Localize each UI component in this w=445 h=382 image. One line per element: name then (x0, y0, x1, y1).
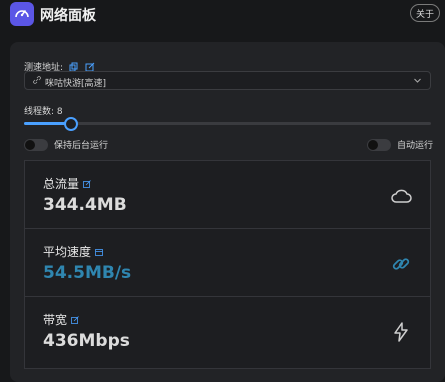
keep-background-label: 保持后台运行 (54, 141, 109, 151)
average-speed-title-row: 平均速度 (43, 243, 103, 260)
external-edit-icon[interactable] (83, 177, 91, 191)
keep-background-toggle[interactable] (24, 138, 48, 151)
auto-run-toggle-row[interactable]: 自动运行 (367, 138, 433, 151)
average-speed-title: 平均速度 (43, 245, 92, 259)
threads-slider[interactable] (24, 117, 431, 131)
total-traffic-title-row: 总流量 (43, 175, 91, 192)
average-speed-value: 54.5MB/s (43, 263, 132, 283)
threads-label: 线程数: 8 (24, 107, 63, 117)
app-title: 网络面板 (40, 8, 96, 24)
total-traffic-card: 总流量 344.4MB (24, 160, 431, 233)
slider-fill (24, 122, 69, 125)
address-select[interactable]: 咪咕快游[高速] (24, 71, 431, 90)
slider-thumb[interactable] (63, 117, 78, 131)
edit-icon[interactable] (85, 62, 95, 72)
link-chain-icon (390, 253, 412, 275)
bandwidth-title: 带宽 (43, 313, 68, 327)
calendar-icon[interactable] (95, 245, 103, 259)
auto-run-label: 自动运行 (397, 141, 434, 151)
top-bar: 网络面板 关于 (0, 0, 445, 30)
bandwidth-value: 436Mbps (43, 331, 130, 351)
bandwidth-card: 带宽 436Mbps (24, 296, 431, 369)
keep-background-toggle-row[interactable]: 保持后台运行 (24, 138, 108, 151)
link-icon (33, 76, 41, 87)
external-edit-icon[interactable] (71, 313, 79, 327)
chevron-down-icon (413, 76, 422, 88)
copy-icon[interactable] (69, 62, 79, 72)
cloud-icon (390, 185, 412, 207)
bandwidth-title-row: 带宽 (43, 311, 79, 328)
average-speed-card: 平均速度 54.5MB/s (24, 228, 431, 301)
total-traffic-value: 344.4MB (43, 195, 127, 215)
address-value: 咪咕快游[高速] (45, 79, 107, 89)
about-button[interactable]: 关于 (410, 4, 440, 22)
total-traffic-title: 总流量 (43, 177, 80, 191)
lightning-icon (390, 321, 412, 343)
auto-run-toggle[interactable] (367, 138, 391, 151)
speedometer-icon (10, 2, 34, 26)
